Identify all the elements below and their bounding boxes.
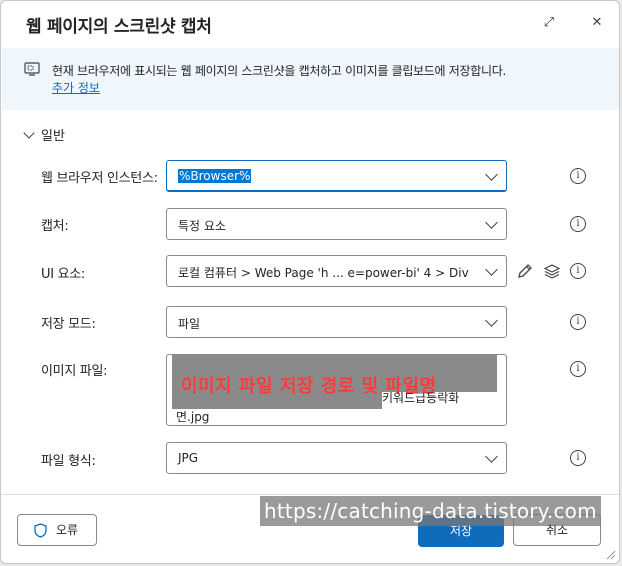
chevron-down-icon — [485, 314, 498, 327]
banner-description: 현재 브라우저에 표시되는 웹 페이지의 스크린샷을 캡처하고 이미지를 클립보… — [52, 64, 507, 78]
save-mode-value: 파일 — [178, 317, 201, 331]
close-icon[interactable]: ✕ — [587, 13, 607, 33]
dialog-titlebar: 웹 페이지의 스크린샷 캡처 ⤢ ✕ — [1, 1, 619, 45]
save-mode-label: 저장 모드: — [41, 317, 96, 332]
info-icon[interactable]: i — [570, 361, 586, 377]
file-format-value: JPG — [178, 451, 199, 465]
info-icon[interactable]: i — [570, 450, 586, 466]
ui-element-dropdown[interactable]: 로컬 컴퓨터 > Web Page 'h ... e=power-bi' 4 >… — [166, 255, 507, 287]
section-general-toggle[interactable]: 일반 — [23, 125, 65, 144]
capture-label: 캡처: — [41, 219, 69, 234]
chevron-down-icon — [485, 263, 498, 276]
shield-icon — [34, 523, 47, 538]
info-icon[interactable]: i — [570, 314, 586, 330]
chevron-down-icon — [485, 168, 498, 181]
info-icon[interactable]: i — [570, 263, 586, 279]
chevron-down-icon — [485, 450, 498, 463]
layers-icon[interactable] — [543, 262, 561, 280]
chevron-down-icon — [23, 126, 35, 139]
capture-dropdown[interactable]: 특정 요소 — [166, 208, 507, 240]
screenshot-icon — [24, 62, 40, 76]
ui-element-value: 로컬 컴퓨터 > Web Page 'h ... e=power-bi' 4 >… — [178, 266, 469, 280]
file-format-label: 파일 형식: — [41, 454, 96, 469]
image-file-path-tail: 키워드급등락화 — [382, 391, 460, 405]
expand-icon[interactable]: ⤢ — [539, 13, 559, 33]
image-file-input[interactable]: 이미지 파일 저장 경로 및 파일명 키워드급등락화 면.jpg — [166, 354, 507, 426]
image-file-path-line2: 면.jpg — [176, 410, 210, 424]
browser-instance-dropdown[interactable]: %Browser% — [166, 160, 507, 192]
resize-grip-icon[interactable] — [604, 548, 616, 560]
ui-element-label: UI 요소: — [41, 267, 85, 282]
chevron-down-icon — [485, 216, 498, 229]
pencil-icon[interactable] — [516, 262, 534, 280]
image-file-label: 이미지 파일: — [41, 364, 108, 379]
browser-instance-label: 웹 브라우저 인스턴스: — [41, 171, 158, 186]
save-mode-dropdown[interactable]: 파일 — [166, 306, 507, 338]
info-banner: 현재 브라우저에 표시되는 웹 페이지의 스크린샷을 캡처하고 이미지를 클립보… — [2, 48, 619, 110]
capture-value: 특정 요소 — [178, 219, 226, 233]
watermark-url: https://catching-data.tistory.com — [260, 496, 601, 526]
screenshot-capture-dialog: 웹 페이지의 스크린샷 캡처 ⤢ ✕ 현재 브라우저에 표시되는 웹 페이지의 … — [0, 0, 620, 564]
dialog-title: 웹 페이지의 스크린샷 캡처 — [26, 17, 212, 37]
more-info-link[interactable]: 추가 정보 — [52, 79, 100, 96]
section-general-label: 일반 — [41, 129, 65, 144]
file-format-dropdown[interactable]: JPG — [166, 442, 507, 474]
info-icon[interactable]: i — [570, 216, 586, 232]
browser-instance-selected-text: %Browser% — [178, 169, 252, 183]
error-button-label: 오류 — [56, 523, 79, 537]
browser-instance-value: %Browser% — [178, 169, 252, 183]
error-button[interactable]: 오류 — [17, 514, 97, 546]
info-icon[interactable]: i — [570, 168, 586, 184]
